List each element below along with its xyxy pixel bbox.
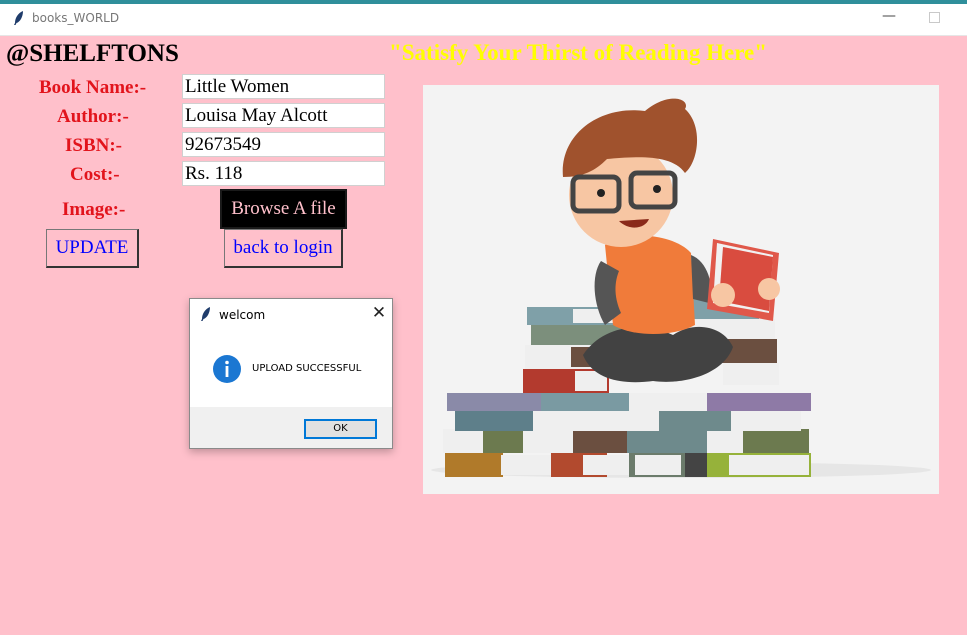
image-label: Image:-: [62, 199, 126, 220]
ok-button[interactable]: OK: [304, 419, 377, 439]
browse-file-button[interactable]: Browse A file: [220, 189, 347, 229]
brand-title: @SHELFTONS: [6, 40, 179, 67]
isbn-label: ISBN:-: [65, 135, 123, 156]
window-titlebar: books_WORLD —: [0, 0, 967, 36]
slogan: "Satisfy Your Thirst of Reading Here": [389, 40, 768, 65]
author-label: Author:-: [57, 106, 129, 127]
boy-reading-books-image: [431, 98, 931, 478]
reading-illustration: [423, 85, 939, 494]
dialog-message: UPLOAD SUCCESSFUL: [252, 363, 362, 374]
info-icon: [213, 355, 241, 383]
cost-input[interactable]: [182, 161, 385, 186]
feather-icon: [14, 11, 23, 25]
window-title: books_WORLD: [32, 11, 120, 25]
isbn-input[interactable]: [182, 132, 385, 157]
author-input[interactable]: [182, 103, 385, 128]
minimize-button[interactable]: —: [882, 8, 896, 26]
book-name-input[interactable]: [182, 74, 385, 99]
book-name-label: Book Name:-: [39, 77, 147, 98]
feather-icon: [201, 307, 210, 321]
upload-success-dialog: welcom ✕ UPLOAD SUCCESSFUL OK: [189, 298, 393, 449]
maximize-button[interactable]: [929, 12, 940, 23]
close-icon[interactable]: ✕: [370, 303, 388, 323]
back-to-login-button[interactable]: back to login: [224, 229, 343, 268]
dialog-footer: OK: [190, 407, 392, 448]
cost-label: Cost:-: [70, 164, 120, 185]
dialog-title: welcom: [219, 308, 266, 322]
update-button[interactable]: UPDATE: [46, 229, 139, 268]
desktop-edge: [0, 0, 967, 4]
